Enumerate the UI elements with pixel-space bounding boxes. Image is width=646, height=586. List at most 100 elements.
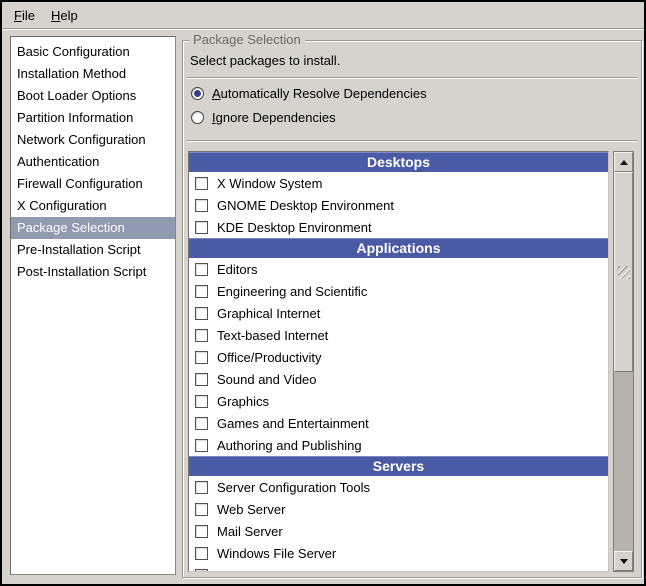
scrollbar-thumb[interactable] — [614, 172, 633, 372]
menu-file[interactable]: File — [6, 5, 43, 26]
separator — [187, 77, 637, 79]
package-checkbox[interactable] — [195, 177, 208, 190]
package-checkbox[interactable] — [195, 263, 208, 276]
package-row[interactable]: Text-based Internet — [189, 324, 608, 346]
radio-ignore-dependencies[interactable]: Ignore Dependencies — [191, 107, 336, 127]
scrollbar-track[interactable] — [614, 372, 633, 551]
package-row[interactable]: GNOME Desktop Environment — [189, 194, 608, 216]
scrollbar-up-button[interactable] — [614, 152, 633, 172]
package-label: KDE Desktop Environment — [217, 220, 372, 235]
package-checkbox[interactable] — [195, 307, 208, 320]
vertical-scrollbar[interactable] — [613, 151, 634, 572]
sidebar-item[interactable]: Post-Installation Script — [11, 261, 175, 283]
package-label: GNOME Desktop Environment — [217, 198, 394, 213]
package-label: Windows File Server — [217, 546, 336, 561]
sidebar-item[interactable]: Boot Loader Options — [11, 85, 175, 107]
scrollbar-down-button[interactable] — [614, 551, 633, 571]
sidebar-item[interactable]: X Configuration — [11, 195, 175, 217]
sidebar-item-label: Installation Method — [17, 66, 126, 81]
package-checkbox[interactable] — [195, 417, 208, 430]
kickstart-configurator-window: File Help Basic Configuration Installati… — [0, 0, 646, 586]
sidebar-item-label: Firewall Configuration — [17, 176, 143, 191]
package-row[interactable]: Games and Entertainment — [189, 412, 608, 434]
package-checkbox[interactable] — [195, 395, 208, 408]
sidebar-item-label: X Configuration — [17, 198, 107, 213]
package-row[interactable]: Authoring and Publishing — [189, 434, 608, 456]
sidebar-item[interactable]: Pre-Installation Script — [11, 239, 175, 261]
radio-icon[interactable] — [191, 87, 204, 100]
package-label: Office/Productivity — [217, 350, 322, 365]
package-selection-frame: Package Selection Select packages to ins… — [182, 40, 642, 578]
package-category-header: Desktops — [189, 152, 608, 172]
package-checkbox[interactable] — [195, 439, 208, 452]
package-list: Desktops X Window System GNOME Desktop Env… — [188, 151, 609, 572]
package-checkbox[interactable] — [195, 221, 208, 234]
package-checkbox[interactable] — [195, 525, 208, 538]
radio-label: Ignore Dependencies — [212, 110, 336, 125]
package-label: X Window System — [217, 176, 322, 191]
package-row[interactable]: Web Server — [189, 498, 608, 520]
package-row[interactable]: Windows File Server — [189, 542, 608, 564]
menu-help-mnemonic: H — [51, 8, 60, 23]
menu-bar: File Help — [2, 2, 644, 28]
package-row[interactable]: Server Configuration Tools — [189, 476, 608, 498]
menu-file-mnemonic: F — [14, 8, 22, 23]
package-row[interactable]: Engineering and Scientific — [189, 280, 608, 302]
package-checkbox[interactable] — [195, 373, 208, 386]
package-row-partial[interactable] — [189, 564, 608, 572]
package-checkbox[interactable] — [195, 569, 208, 573]
package-label: Engineering and Scientific — [217, 284, 367, 299]
package-label: Server Configuration Tools — [217, 480, 370, 495]
package-checkbox[interactable] — [195, 351, 208, 364]
package-label: Graphics — [217, 394, 269, 409]
sidebar-item[interactable]: Basic Configuration — [11, 41, 175, 63]
package-label: Games and Entertainment — [217, 416, 369, 431]
menu-file-label: ile — [22, 8, 35, 23]
package-row[interactable]: Editors — [189, 258, 608, 280]
description-text: Select packages to install. — [190, 53, 340, 68]
sidebar-item-label: Package Selection — [17, 220, 125, 235]
package-row[interactable]: Mail Server — [189, 520, 608, 542]
sidebar-item-label: Authentication — [17, 154, 99, 169]
package-label: Web Server — [217, 502, 285, 517]
package-row[interactable]: KDE Desktop Environment — [189, 216, 608, 238]
package-checkbox[interactable] — [195, 285, 208, 298]
thumb-grip-icon — [618, 266, 630, 279]
package-checkbox[interactable] — [195, 329, 208, 342]
sidebar-item-label: Boot Loader Options — [17, 88, 136, 103]
sidebar-item[interactable]: Network Configuration — [11, 129, 175, 151]
package-category-header: Applications — [189, 238, 608, 258]
menubar-separator — [2, 28, 644, 30]
sidebar-item[interactable]: Installation Method — [11, 63, 175, 85]
sidebar-item[interactable]: Firewall Configuration — [11, 173, 175, 195]
radio-label: Automatically Resolve Dependencies — [212, 86, 427, 101]
arrow-up-icon — [620, 160, 628, 165]
sidebar-section-list: Basic Configuration Installation Method … — [10, 36, 176, 575]
package-row[interactable]: Sound and Video — [189, 368, 608, 390]
package-row[interactable]: X Window System — [189, 172, 608, 194]
package-list-area: Desktops X Window System GNOME Desktop Env… — [188, 151, 634, 572]
radio-auto-resolve-dependencies[interactable]: Automatically Resolve Dependencies — [191, 83, 427, 103]
separator — [187, 140, 637, 142]
radio-icon[interactable] — [191, 111, 204, 124]
package-category-header: Servers — [189, 456, 608, 476]
package-checkbox[interactable] — [195, 199, 208, 212]
package-row[interactable]: Graphical Internet — [189, 302, 608, 324]
menu-help-label: elp — [60, 8, 77, 23]
package-label: Text-based Internet — [217, 328, 328, 343]
sidebar-item[interactable]: Package Selection — [11, 217, 175, 239]
package-checkbox[interactable] — [195, 503, 208, 516]
package-checkbox[interactable] — [195, 547, 208, 560]
package-label: Authoring and Publishing — [217, 438, 362, 453]
menu-help[interactable]: Help — [43, 5, 86, 26]
package-row[interactable]: Graphics — [189, 390, 608, 412]
package-row[interactable]: Office/Productivity — [189, 346, 608, 368]
package-label: Editors — [217, 262, 257, 277]
package-label: Sound and Video — [217, 372, 317, 387]
sidebar-item[interactable]: Partition Information — [11, 107, 175, 129]
sidebar-item[interactable]: Authentication — [11, 151, 175, 173]
sidebar-item-label: Basic Configuration — [17, 44, 130, 59]
package-checkbox[interactable] — [195, 481, 208, 494]
sidebar-item-label: Partition Information — [17, 110, 133, 125]
sidebar-item-label: Pre-Installation Script — [17, 242, 141, 257]
